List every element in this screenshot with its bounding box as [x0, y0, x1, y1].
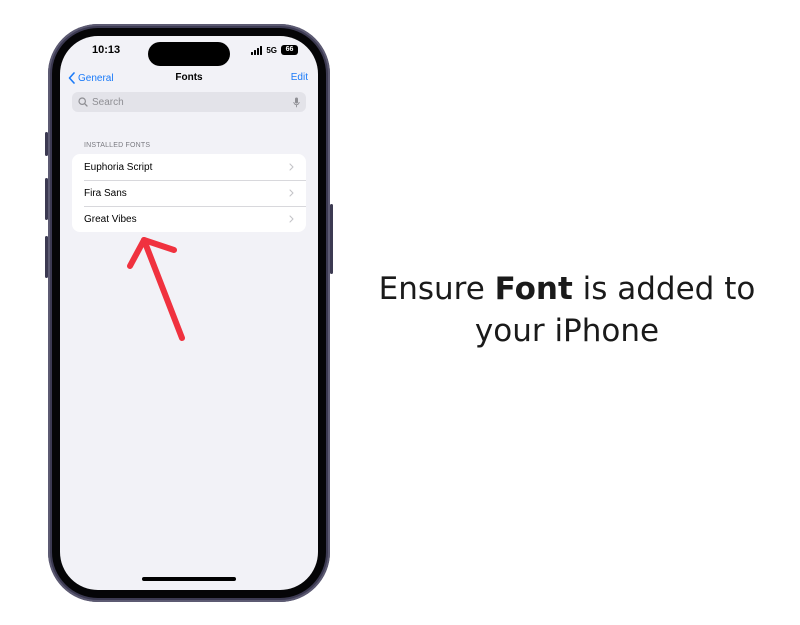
search-placeholder: Search — [92, 96, 124, 108]
caption-bold-word: Font — [494, 271, 573, 307]
font-row-label: Fira Sans — [84, 187, 127, 199]
dynamic-island — [148, 42, 230, 66]
font-row-euphoria-script[interactable]: Euphoria Script — [72, 154, 306, 180]
back-button-label: General — [78, 72, 114, 84]
status-time: 10:13 — [92, 44, 121, 56]
search-input[interactable]: Search — [72, 92, 306, 112]
font-row-label: Great Vibes — [84, 213, 137, 225]
network-type: 5G — [266, 45, 277, 55]
edit-button[interactable]: Edit — [291, 72, 308, 83]
back-button[interactable]: General — [68, 72, 114, 84]
font-row-label: Euphoria Script — [84, 161, 153, 173]
caption-prefix: Ensure — [378, 271, 495, 307]
caption-text: Ensure Font is added to your iPhone — [350, 268, 784, 352]
font-row-great-vibes[interactable]: Great Vibes — [72, 206, 306, 232]
chevron-right-icon — [289, 189, 294, 197]
home-indicator[interactable] — [142, 577, 236, 581]
power-button — [330, 204, 333, 274]
font-row-fira-sans[interactable]: Fira Sans — [72, 180, 306, 206]
microphone-icon[interactable] — [293, 97, 300, 108]
chevron-right-icon — [289, 215, 294, 223]
phone-screen: 10:13 5G 66 General Fonts Edit Search IN… — [60, 36, 318, 590]
installed-fonts-list: Euphoria Script Fira Sans Great Vibes — [72, 154, 306, 232]
section-header-installed-fonts: INSTALLED FONTS — [84, 142, 151, 149]
search-icon — [78, 97, 88, 107]
chevron-left-icon — [68, 72, 75, 84]
chevron-right-icon — [289, 163, 294, 171]
status-indicators: 5G 66 — [251, 45, 298, 55]
cellular-signal-icon — [251, 45, 263, 55]
battery-icon: 66 — [281, 45, 298, 55]
